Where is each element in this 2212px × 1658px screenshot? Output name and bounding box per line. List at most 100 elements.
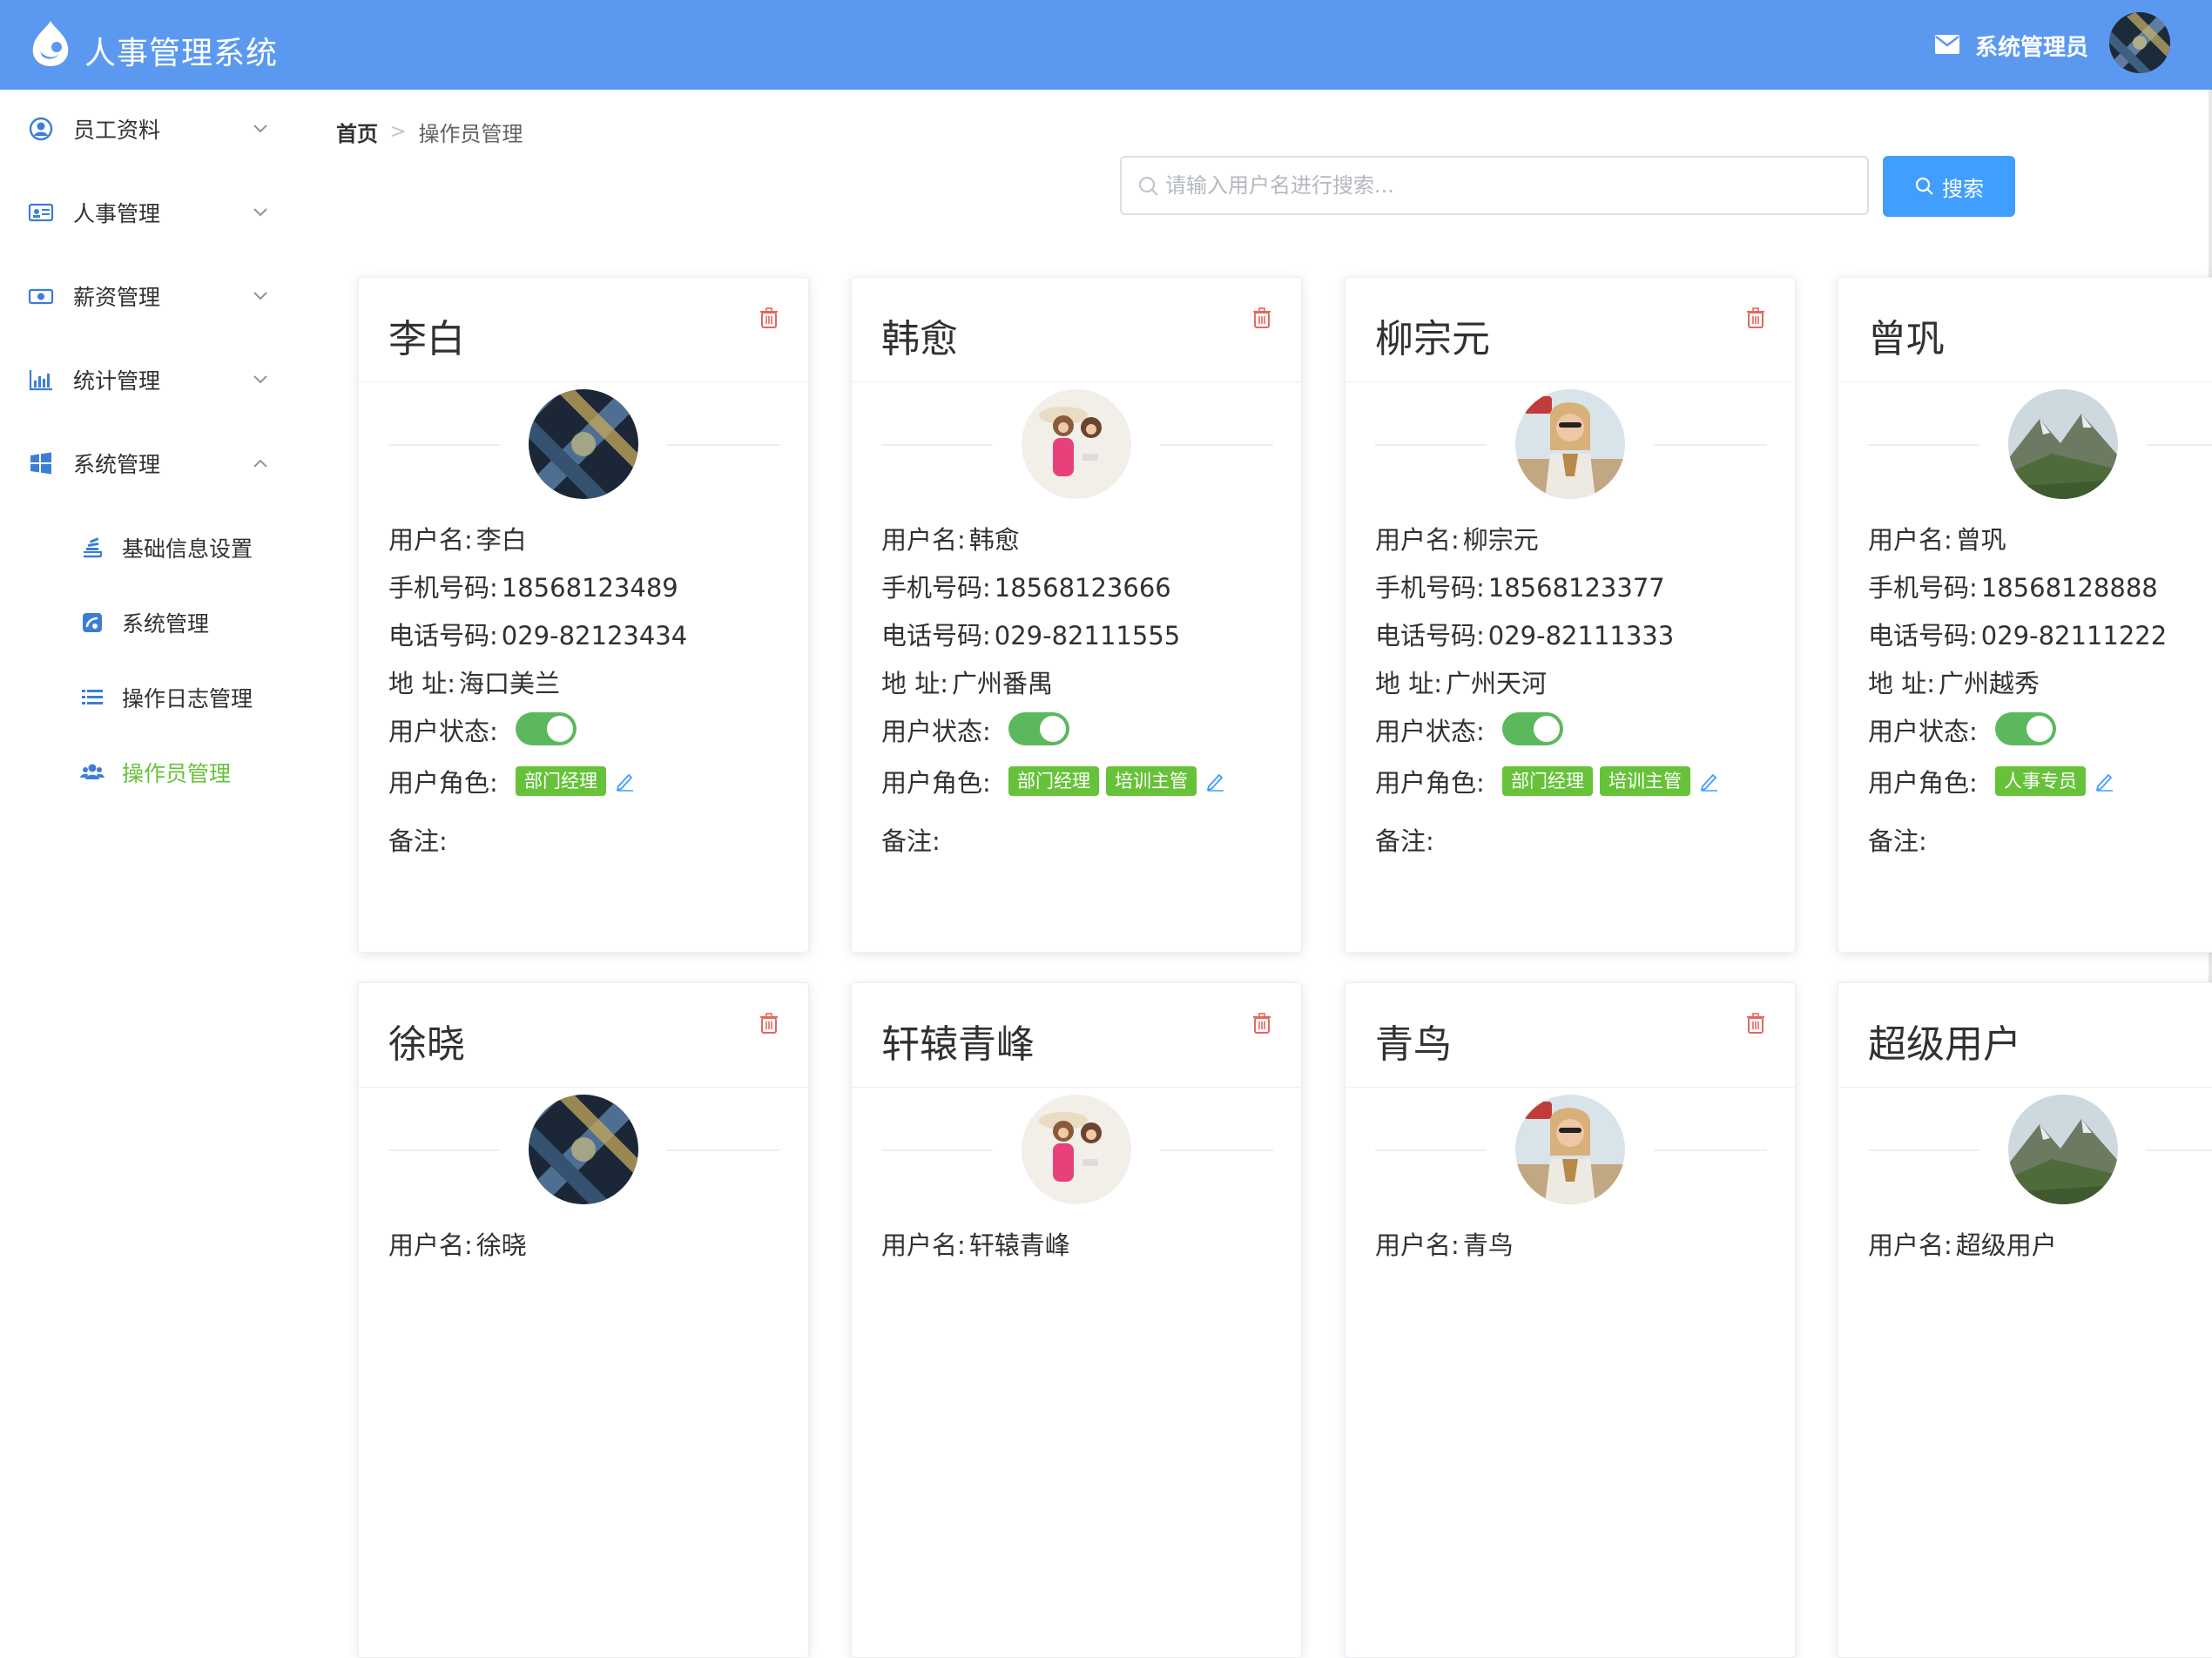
search-icon [1915, 177, 1933, 195]
status-toggle[interactable] [1502, 712, 1563, 745]
field-label: 备注: [1868, 826, 1927, 856]
sidebar-item-label: 基础信息设置 [122, 536, 253, 562]
delete-icon[interactable] [759, 1013, 779, 1034]
phone-row: 电话号码: 029-82111333 [1375, 616, 1674, 652]
sidebar-item-operator-management[interactable]: 操作员管理 [0, 738, 287, 807]
status-toggle[interactable] [1995, 712, 2056, 745]
avatar-divider-left [388, 444, 500, 446]
field-label: 手机号码: [1375, 573, 1485, 603]
breadcrumb-separator-icon: > [390, 121, 407, 143]
avatar-divider-left [881, 1149, 993, 1151]
breadcrumb: 首页 > 操作员管理 [336, 117, 523, 147]
avatar [1022, 389, 1131, 499]
operator-card: 徐晓用户名: 徐晓 [358, 982, 809, 1658]
sidebar-menu-statistics[interactable]: 统计管理 [0, 340, 287, 419]
card-title: 超级用户 [1868, 1022, 2021, 1067]
avatar-divider-right [2147, 1149, 2212, 1151]
card-title: 轩辕青峰 [881, 1022, 1035, 1067]
operator-card: 韩愈 用户名: 韩愈 手机号码: 18568123666 电话号码: 029-8211155… [851, 277, 1302, 953]
field-value: 029-82123434 [501, 621, 688, 650]
card-header: 轩辕青峰 [852, 983, 1301, 1088]
user-circle-icon [29, 117, 53, 141]
role-tags: 人事专员 [1995, 766, 2115, 796]
field-label: 用户角色: [388, 768, 498, 798]
sidebar-menu-personnel[interactable]: 人事管理 [0, 173, 287, 252]
roles-row: 用户角色: [1375, 763, 1485, 799]
admin-avatar[interactable] [2109, 12, 2170, 73]
delete-icon[interactable] [1252, 1013, 1271, 1034]
field-value: 李白 [475, 525, 527, 555]
field-label: 用户角色: [1375, 768, 1485, 798]
windows-icon [30, 452, 51, 475]
field-label: 用户名: [1375, 525, 1460, 555]
card-title: 韩愈 [881, 317, 958, 361]
field-label: 手机号码: [388, 573, 498, 603]
remark-row: 备注: [881, 821, 944, 858]
field-label: 地 址: [1868, 669, 1935, 698]
field-value: 广州天河 [1446, 669, 1548, 698]
card-title: 青鸟 [1375, 1022, 1452, 1067]
phone-row: 电话号码: 029-82111555 [881, 616, 1180, 652]
card-title: 徐晓 [388, 1022, 465, 1067]
breadcrumb-home[interactable]: 首页 [336, 117, 378, 147]
mobile-row: 手机号码: 18568123377 [1375, 568, 1665, 604]
status-toggle[interactable] [516, 712, 577, 745]
field-label: 用户状态: [1375, 717, 1485, 746]
user-name-row: 用户名: 徐晓 [388, 1225, 527, 1262]
search-icon [1138, 176, 1158, 196]
avatar-divider-left [1375, 1149, 1487, 1151]
field-label: 地 址: [881, 669, 948, 698]
edit-roles-icon[interactable] [2094, 771, 2115, 792]
admin-name[interactable]: 系统管理员 [1975, 30, 2088, 62]
avatar [1515, 1095, 1625, 1204]
delete-icon[interactable] [1746, 307, 1765, 328]
sidebar-menu-system[interactable]: 系统管理 [0, 424, 287, 502]
delete-icon[interactable] [1252, 307, 1271, 328]
card-title: 曾巩 [1868, 317, 1945, 361]
address-row: 地 址: 广州天河 [1375, 664, 1547, 700]
sidebar-item-system[interactable]: 系统管理 [0, 588, 287, 657]
field-value: 029-82111222 [1980, 621, 2168, 650]
field-value: 青鸟 [1462, 1230, 1514, 1260]
mobile-row: 手机号码: 18568123489 [388, 568, 678, 604]
field-label: 电话号码: [881, 621, 991, 650]
sidebar-item-basic-settings[interactable]: 基础信息设置 [0, 513, 287, 583]
drupal-logo-icon[interactable] [28, 19, 73, 68]
sidebar-menu-salary[interactable]: 薪资管理 [0, 257, 287, 335]
user-name-row: 用户名: 柳宗元 [1375, 520, 1539, 556]
field-value: 18568123666 [994, 573, 1171, 603]
avatar-divider-right [1160, 444, 1273, 446]
edit-roles-icon[interactable] [1205, 771, 1226, 792]
user-name-row: 用户名: 曾巩 [1868, 520, 2006, 556]
field-label: 电话号码: [388, 621, 498, 650]
address-row: 地 址: 广州越秀 [1868, 664, 2040, 700]
status-row: 用户状态: [1375, 711, 1485, 748]
field-label: 用户角色: [1868, 768, 1978, 798]
field-label: 用户名: [881, 525, 966, 555]
avatar [2008, 1095, 2118, 1204]
search-input[interactable] [1165, 166, 1853, 205]
address-row: 地 址: 广州番禺 [881, 664, 1053, 700]
delete-icon[interactable] [1746, 1013, 1765, 1034]
search-button[interactable]: 搜索 [1883, 156, 2015, 217]
card-header: 超级用户 [1838, 983, 2212, 1088]
sidebar-menu-employee[interactable]: 员工资料 [0, 90, 287, 168]
sidebar-item-operation-log[interactable]: 操作日志管理 [0, 663, 287, 732]
role-tags: 部门经理 培训主管 [1008, 766, 1226, 796]
avatar-divider-right [1654, 1149, 1767, 1151]
mail-icon[interactable] [1935, 35, 1959, 54]
edit-roles-icon[interactable] [615, 771, 636, 792]
delete-icon[interactable] [759, 307, 779, 328]
edit-roles-icon[interactable] [1699, 771, 1720, 792]
user-name-row: 用户名: 韩愈 [881, 520, 1020, 556]
chevron-down-icon [253, 292, 267, 300]
role-tag: 部门经理 [1008, 766, 1099, 796]
avatar [1515, 389, 1625, 499]
field-label: 用户状态: [1868, 717, 1978, 746]
status-toggle[interactable] [1008, 712, 1069, 745]
field-label: 备注: [881, 826, 941, 856]
search-field[interactable] [1120, 156, 1869, 215]
field-value: 超级用户 [1955, 1230, 2057, 1260]
field-value: 18568123377 [1487, 573, 1665, 603]
avatar [1022, 1095, 1131, 1204]
